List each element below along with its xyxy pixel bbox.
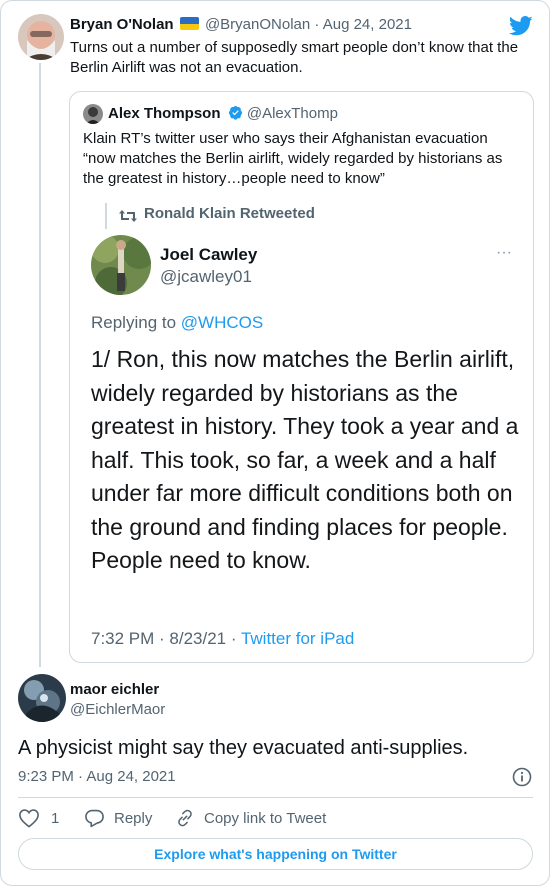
- screenshot-author-name: Joel Cawley: [160, 245, 258, 264]
- quoted-author-name: Alex Thompson: [108, 105, 221, 122]
- tweet-header: Bryan O'Nolan @BryanONolan · Aug 24, 202…: [70, 15, 412, 35]
- retweet-icon: [118, 208, 138, 224]
- twitter-bird-icon[interactable]: [508, 16, 533, 36]
- heart-icon: [19, 809, 39, 828]
- quoted-tweet[interactable]: Alex Thompson @AlexThomp Klain RT’s twit…: [69, 91, 534, 663]
- replying-to-handle: @WHCOS: [180, 313, 264, 332]
- more-options-icon: ···: [496, 244, 512, 261]
- author-name[interactable]: Bryan O'Nolan: [70, 16, 174, 33]
- replying-to-line: Replying to @WHCOS: [91, 312, 263, 334]
- screenshot-author-handle: @jcawley01: [160, 267, 252, 286]
- screenshot-tweet-text: 1/ Ron, this now matches the Berlin airl…: [91, 346, 519, 573]
- like-count: 1: [51, 809, 60, 827]
- reply-label: Reply: [114, 809, 153, 827]
- actions-divider: [18, 797, 533, 798]
- author-handle[interactable]: @BryanONolan: [205, 16, 310, 33]
- screenshot-timestamp: 7:32 PM · 8/23/21 ·: [91, 629, 237, 648]
- reply-time[interactable]: 9:23 PM · Aug 24, 2021: [18, 767, 176, 787]
- reply-button[interactable]: Reply: [84, 806, 152, 830]
- reply-author-handle[interactable]: @EichlerMaor: [70, 700, 165, 720]
- like-button[interactable]: 1: [18, 806, 59, 830]
- author-avatar[interactable]: [18, 14, 64, 60]
- screenshot-source: Twitter for iPad: [240, 629, 355, 648]
- header-separator: ·: [314, 16, 320, 33]
- quoted-text: Klain RT’s twitter user who says their A…: [83, 130, 503, 187]
- copy-link-button[interactable]: Copy link to Tweet: [175, 806, 326, 830]
- screenshot-author-avatar: [91, 235, 151, 295]
- thread-line: [39, 63, 41, 667]
- retweet-line-marker: [105, 203, 107, 229]
- explore-twitter-button[interactable]: Explore what's happening on Twitter: [18, 838, 533, 870]
- reply-bubble-icon: [85, 809, 104, 828]
- replying-to-label: Replying to: [91, 313, 177, 332]
- screenshot-timestamp-line: 7:32 PM · 8/23/21 · Twitter for iPad: [91, 628, 354, 650]
- verified-badge-icon: [228, 105, 242, 120]
- reply-author-avatar[interactable]: [18, 674, 66, 722]
- quoted-author-avatar: [83, 104, 103, 124]
- tweet-date[interactable]: Aug 24, 2021: [323, 16, 412, 33]
- reply-author-name[interactable]: maor eichler: [70, 680, 159, 700]
- tweet-screenshot-image[interactable]: Ronald Klain Retweeted Joel Cawley @jcaw…: [84, 192, 526, 662]
- retweet-label: Ronald Klain Retweeted: [144, 205, 315, 222]
- copy-link-label: Copy link to Tweet: [204, 809, 327, 827]
- quoted-header: Alex Thompson @AlexThomp: [108, 104, 338, 124]
- info-icon[interactable]: [511, 766, 533, 788]
- link-icon: [178, 809, 192, 827]
- tweet-text: Turns out a number of supposedly smart p…: [70, 39, 519, 76]
- tweet-embed-card: Bryan O'Nolan @BryanONolan · Aug 24, 202…: [0, 0, 550, 886]
- quoted-author-handle: @AlexThomp: [246, 105, 338, 122]
- reply-text: A physicist might say they evacuated ant…: [18, 737, 469, 759]
- ukraine-flag-icon: [179, 17, 199, 30]
